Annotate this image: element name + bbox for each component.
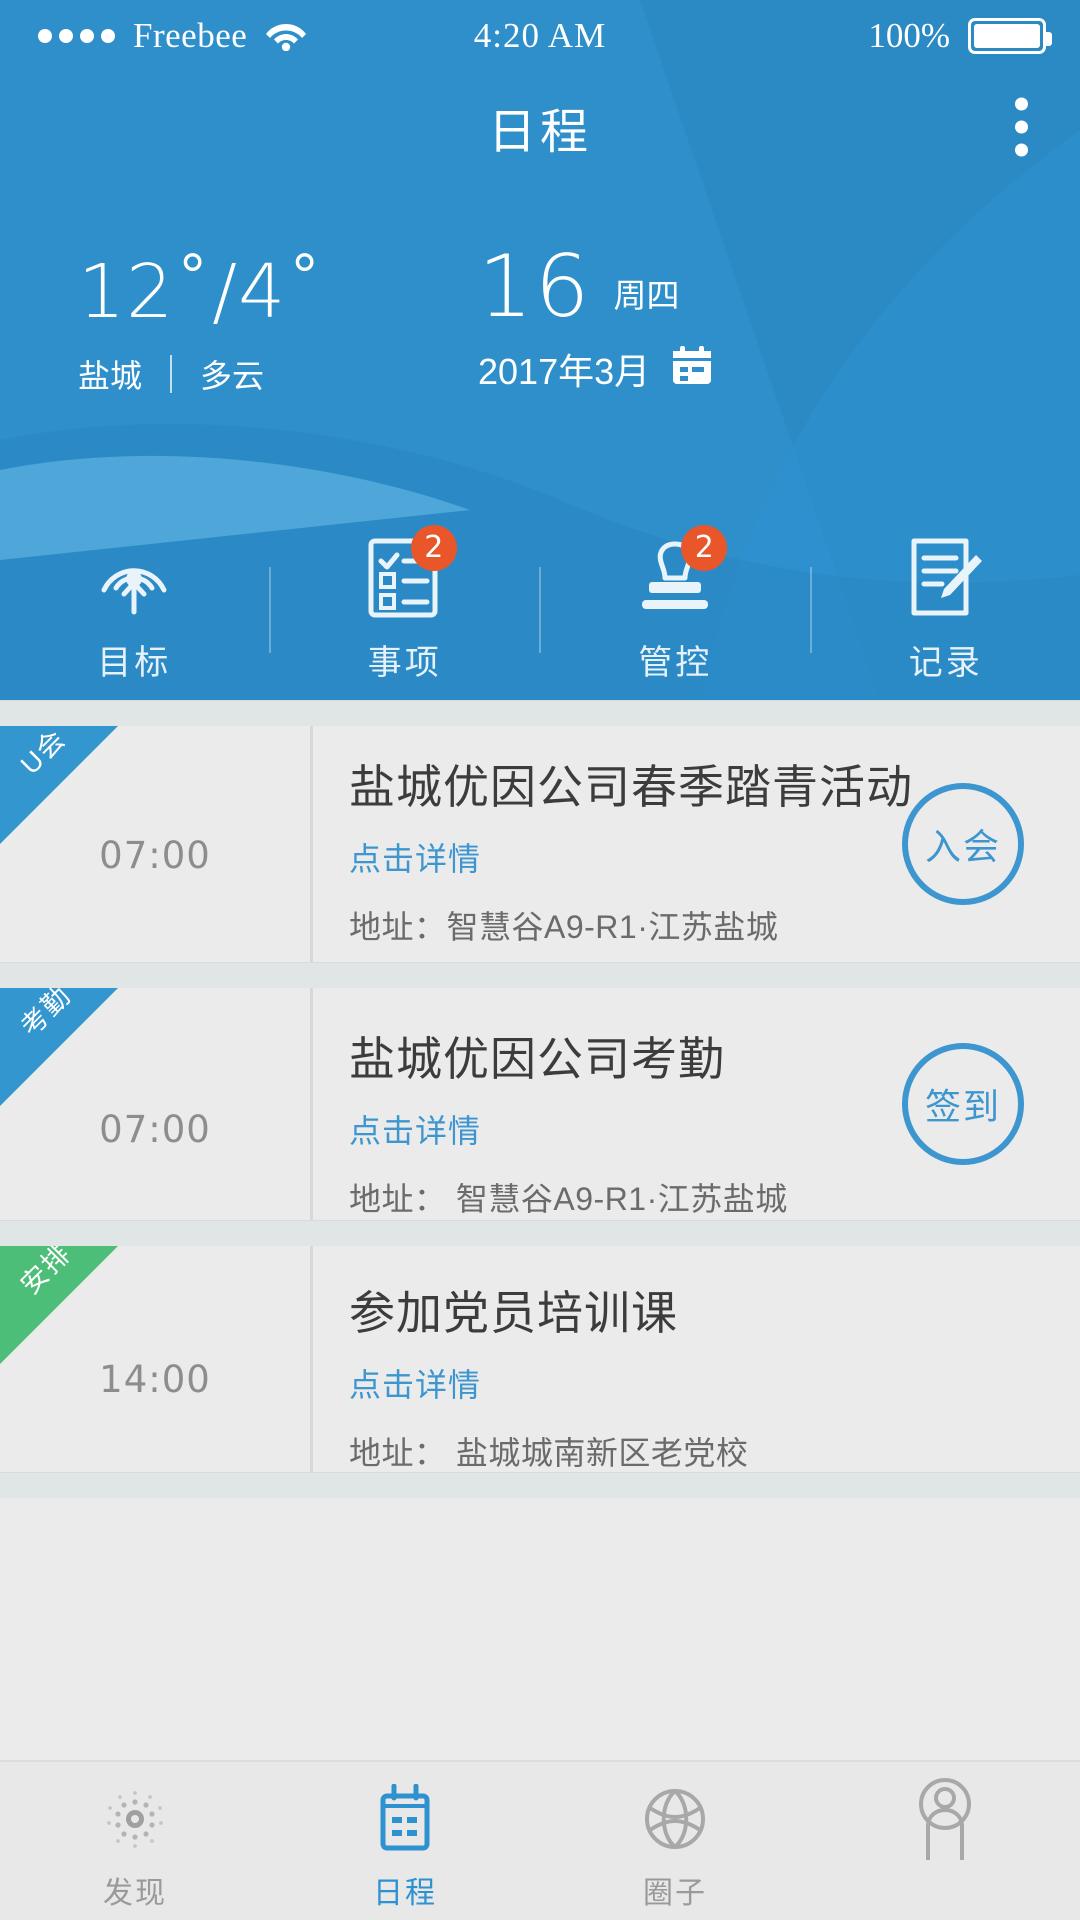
status-clock: 4:20 AM xyxy=(0,16,1080,56)
schedule-title: 参加党员培训课 xyxy=(349,1288,1080,1340)
quick-action-label: 目标 xyxy=(97,635,171,684)
tab-discover[interactable]: 发现 xyxy=(0,1762,270,1912)
quick-action-records[interactable]: 记录 xyxy=(812,537,1080,684)
checkin-button[interactable]: 签到 xyxy=(902,1043,1024,1165)
tab-label: 发现 xyxy=(103,1868,167,1912)
list-separator xyxy=(0,1472,1080,1498)
discover-sun-icon xyxy=(100,1784,170,1854)
calendar-icon[interactable] xyxy=(670,343,714,396)
date-block[interactable]: 16 周四 2017年3月 xyxy=(478,247,714,396)
header-panel: Freebee 4:20 AM 100% 日程 12˚/4˚ 盐城 xyxy=(0,0,1080,700)
quick-actions-row: 目标 2 事项 xyxy=(0,520,1080,700)
status-bar: Freebee 4:20 AM 100% xyxy=(0,0,1080,72)
quick-action-label: 管控 xyxy=(638,635,712,684)
quick-action-tasks[interactable]: 2 事项 xyxy=(271,537,540,684)
schedule-address: 地址：智慧谷A9-R1·江苏盐城 xyxy=(349,902,1080,948)
more-vertical-icon[interactable] xyxy=(1007,90,1036,165)
schedule-body: 参加党员培训课 点击详情 地址： 盐城城南新区老党校 xyxy=(310,1246,1080,1472)
circle-aperture-icon xyxy=(640,1784,710,1854)
tab-label: 圈子 xyxy=(643,1868,707,1912)
list-separator xyxy=(0,1220,1080,1246)
calendar-schedule-icon xyxy=(370,1784,440,1854)
quick-action-label: 记录 xyxy=(909,635,983,684)
date-month-year: 2017年3月 xyxy=(478,343,650,395)
schedule-address: 地址： 盐城城南新区老党校 xyxy=(349,1428,1080,1472)
person-profile-icon xyxy=(910,1784,980,1854)
weather-block[interactable]: 12˚/4˚ 盐城 多云 xyxy=(78,255,324,397)
tab-schedule[interactable]: 日程 xyxy=(270,1762,540,1912)
weather-subline: 盐城 多云 xyxy=(78,351,324,397)
stamp-icon: 2 xyxy=(629,537,721,619)
join-button[interactable]: 入会 xyxy=(902,783,1024,905)
schedule-time: 07:00 xyxy=(0,834,310,877)
date-day: 16 xyxy=(478,247,591,329)
list-separator xyxy=(0,962,1080,988)
date-weekday: 周四 xyxy=(613,269,679,317)
quick-action-goal[interactable]: 目标 xyxy=(0,537,269,684)
tab-profile[interactable] xyxy=(810,1762,1080,1868)
schedule-address: 地址： 智慧谷A9-R1·江苏盐城 xyxy=(349,1174,1080,1220)
tab-circles[interactable]: 圈子 xyxy=(540,1762,810,1912)
title-bar: 日程 xyxy=(0,72,1080,182)
date-bottom-row: 2017年3月 xyxy=(478,343,714,396)
checklist-icon: 2 xyxy=(359,537,451,619)
battery-full-icon xyxy=(968,18,1046,54)
tab-label: 日程 xyxy=(373,1868,437,1912)
quick-action-badge: 2 xyxy=(681,525,727,571)
weather-city: 盐城 xyxy=(78,351,142,397)
list-separator xyxy=(0,700,1080,726)
schedule-list: U会 07:00 盐城优因公司春季踏青活动 点击详情 地址：智慧谷A9-R1·江… xyxy=(0,700,1080,1498)
date-top-row: 16 周四 xyxy=(478,247,714,329)
schedule-detail-link[interactable]: 点击详情 xyxy=(349,1360,1080,1406)
weather-temperature: 12˚/4˚ xyxy=(78,255,324,329)
bottom-tab-bar: 发现 日程 圈子 xyxy=(0,1760,1080,1920)
weather-divider xyxy=(170,355,172,393)
page-title: 日程 xyxy=(488,92,592,162)
schedule-time: 07:00 xyxy=(0,1108,310,1151)
quick-action-label: 事项 xyxy=(368,635,442,684)
schedule-item[interactable]: 安排 14:00 参加党员培训课 点击详情 地址： 盐城城南新区老党校 xyxy=(0,1246,1080,1472)
schedule-item[interactable]: 考勤 07:00 盐城优因公司考勤 点击详情 地址： 智慧谷A9-R1·江苏盐城… xyxy=(0,988,1080,1220)
quick-action-control[interactable]: 2 管控 xyxy=(541,537,810,684)
weather-condition: 多云 xyxy=(200,351,264,397)
schedule-item[interactable]: U会 07:00 盐城优因公司春季踏青活动 点击详情 地址：智慧谷A9-R1·江… xyxy=(0,726,1080,962)
quick-action-badge: 2 xyxy=(411,525,457,571)
note-pencil-icon xyxy=(900,537,992,619)
schedule-time: 14:00 xyxy=(0,1358,310,1401)
target-broadcast-icon xyxy=(88,537,180,619)
